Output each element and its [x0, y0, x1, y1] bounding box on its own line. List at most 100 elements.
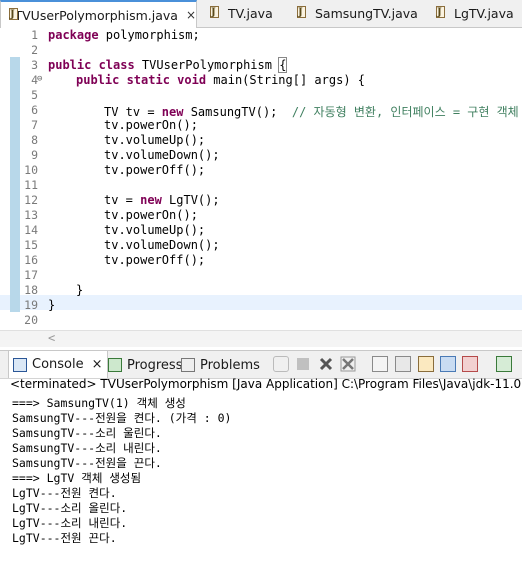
java-file-icon: J [208, 6, 222, 20]
line-number: 6 [31, 103, 38, 117]
fold-collapse-icon[interactable]: ⊖ [37, 74, 42, 84]
tab-lgtv[interactable]: J LgTV.java [428, 0, 514, 26]
line-number: 2 [31, 43, 38, 57]
code-text: SamsungTV(); [183, 105, 292, 119]
tab-label: TVUserPolymorphism.java [14, 7, 178, 23]
remove-all-icon[interactable] [318, 356, 334, 372]
keyword: package [48, 28, 99, 42]
keyword: public static void [76, 73, 207, 87]
console-line: LgTV---소리 내린다. [12, 516, 128, 530]
line-number: 17 [24, 268, 38, 282]
change-bar [10, 57, 20, 312]
code-text: TVUserPolymorphism [134, 58, 280, 72]
code-line-14: tv.volumeUp(); [104, 223, 206, 237]
code-line-8: tv.volumeUp(); [104, 133, 206, 147]
console-line: LgTV---전원 켠다. [12, 486, 117, 500]
horizontal-scrollbar[interactable]: < [0, 330, 522, 347]
code-line-7: tv.powerOn(); [104, 118, 198, 132]
line-number: 7 [31, 118, 38, 132]
console-output[interactable]: ===> SamsungTV(1) 객체 생성 SamsungTV---전원을 … [0, 394, 522, 576]
tab-samsungtv[interactable]: J SamsungTV.java [289, 0, 418, 26]
code-line-16: tv.powerOff(); [104, 253, 206, 267]
line-number: 16 [24, 253, 38, 267]
java-file-icon: J [434, 6, 448, 20]
line-number: 4 [31, 73, 38, 87]
code-line-9: tv.volumeDown(); [104, 148, 220, 162]
line-number: 5 [31, 88, 38, 102]
line-number: 19 [24, 298, 38, 312]
line-number: 1 [31, 28, 38, 42]
editor-tab-bar: J TVUserPolymorphism.java × J TV.java J … [0, 0, 522, 28]
code-editor[interactable]: 1 2 3 4 ⊖ 5 6 7 8 9 10 11 12 13 14 15 16… [0, 28, 522, 350]
line-number: 11 [24, 178, 38, 192]
code-line-1: package polymorphism; [48, 28, 200, 42]
word-wrap-icon[interactable] [395, 356, 411, 372]
scroll-lock-icon[interactable] [372, 356, 388, 372]
code-comment: // 자동형 변환, 인터페이스 = 구현 객체 [291, 105, 519, 119]
console-line: SamsungTV---소리 내린다. [12, 441, 162, 455]
current-line-highlight [0, 295, 522, 310]
matching-brace: { [278, 57, 288, 73]
line-number: 8 [31, 133, 38, 147]
keyword: public class [48, 58, 135, 72]
show-on-output-icon[interactable] [440, 356, 456, 372]
code-line-3: public class TVUserPolymorphism { [48, 57, 288, 73]
open-console-icon[interactable] [496, 356, 512, 372]
java-file-icon: J [7, 8, 18, 22]
line-number: 3 [31, 58, 38, 72]
tab-problems[interactable]: Problems [181, 355, 260, 375]
code-text: tv = [104, 193, 141, 207]
line-number: 13 [24, 208, 38, 222]
line-number: 14 [24, 223, 38, 237]
tab-tvuserpolymorphism[interactable]: J TVUserPolymorphism.java × [0, 0, 197, 28]
line-number: 15 [24, 238, 38, 252]
tab-label: TV.java [228, 5, 273, 21]
code-text: TV tv = [104, 105, 162, 119]
close-icon[interactable]: × [186, 8, 196, 22]
code-line-10: tv.powerOff(); [104, 163, 206, 177]
tab-label: Progress [127, 357, 183, 373]
code-text: main(String[] args) { [206, 73, 365, 87]
clear-console-icon[interactable] [340, 356, 356, 372]
tab-label: Problems [200, 357, 260, 373]
tab-label: Console [32, 357, 84, 372]
tab-label: SamsungTV.java [315, 5, 418, 21]
console-line: SamsungTV---소리 울린다. [12, 426, 162, 440]
keyword: new [140, 193, 162, 207]
tab-label: LgTV.java [454, 5, 514, 21]
console-line: ===> SamsungTV(1) 객체 생성 [12, 396, 186, 410]
code-line-19: } [48, 298, 56, 312]
line-number: 18 [24, 283, 38, 297]
tab-progress[interactable]: Progress [108, 355, 182, 375]
code-text: LgTV(); [161, 193, 220, 207]
console-line: SamsungTV---전원을 켠다. (가격 : 0) [12, 411, 232, 425]
problems-icon [181, 358, 195, 372]
show-on-error-icon[interactable] [462, 356, 478, 372]
code-line-18: } [76, 283, 84, 297]
code-line-13: tv.powerOn(); [104, 208, 198, 222]
code-line-15: tv.volumeDown(); [104, 238, 220, 252]
scroll-left-icon[interactable]: < [48, 331, 55, 345]
console-line: LgTV---전원 끈다. [12, 531, 117, 545]
console-line: ===> LgTV 객체 생성됨 [12, 471, 142, 485]
close-icon[interactable]: × [92, 357, 103, 372]
code-text: polymorphism; [98, 28, 200, 42]
keyword: new [161, 105, 184, 119]
java-file-icon: J [295, 6, 309, 20]
console-icon [13, 357, 27, 372]
console-line: SamsungTV---전원을 끈다. [12, 456, 162, 470]
pin-console-icon[interactable] [418, 356, 434, 372]
console-line: LgTV---소리 올린다. [12, 501, 128, 515]
line-number: 12 [24, 193, 38, 207]
console-status: <terminated> TVUserPolymorphism [Java Ap… [10, 377, 522, 391]
code-line-12: tv = new LgTV(); [104, 193, 220, 207]
line-number: 20 [24, 313, 38, 327]
line-number: 9 [31, 148, 38, 162]
terminate-icon[interactable] [273, 356, 289, 372]
tab-tv[interactable]: J TV.java [202, 0, 273, 26]
code-line-4: public static void main(String[] args) { [76, 73, 365, 87]
remove-launch-icon[interactable] [297, 358, 309, 370]
line-number: 10 [24, 163, 38, 177]
tab-console[interactable]: Console × [8, 351, 108, 378]
progress-icon [108, 358, 122, 372]
